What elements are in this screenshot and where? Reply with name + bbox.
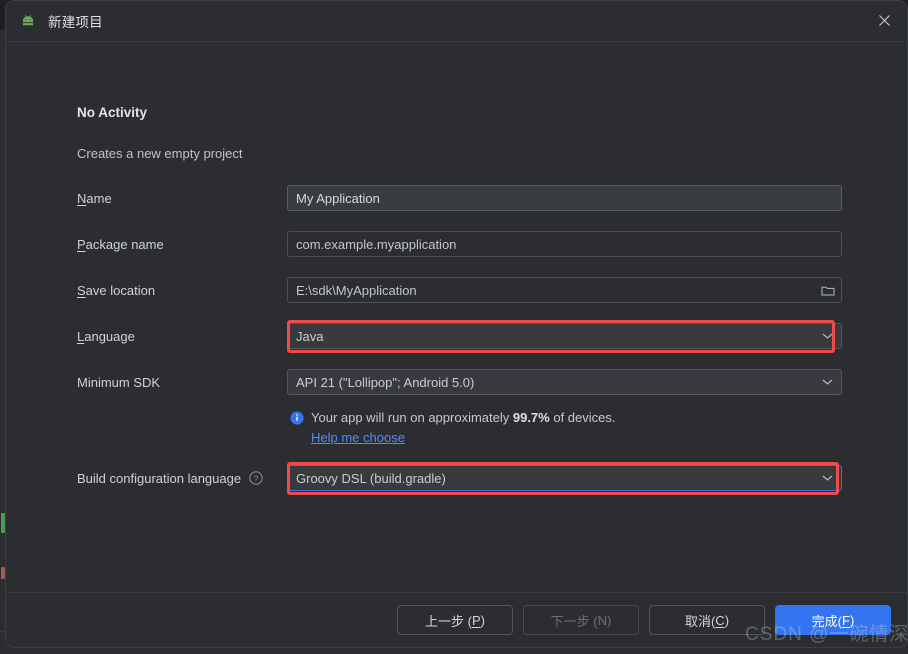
label-minimum-sdk-mnemonic: M (77, 374, 88, 390)
minimum-sdk-dropdown[interactable]: API 21 ("Lollipop"; Android 5.0) (287, 369, 842, 395)
page-subtitle: Creates a new empty project (77, 146, 243, 161)
package-name-input[interactable] (287, 231, 842, 257)
row-name: Name (77, 185, 842, 211)
help-circle-icon[interactable]: ? (249, 471, 263, 485)
label-name-rest: ame (86, 190, 112, 206)
label-build-config-mnemonic: B (77, 470, 86, 486)
finish-button-tail: ) (849, 612, 855, 628)
row-language: Language Java (77, 323, 842, 349)
row-minimum-sdk: Minimum SDK API 21 ("Lollipop"; Android … (77, 369, 842, 395)
label-build-config: Build configuration language ? (77, 471, 287, 486)
dialog-footer: 上一步 (P) 下一步 (N) 取消(C) 完成(F) (6, 592, 907, 647)
label-minimum-sdk: Minimum SDK (77, 375, 287, 390)
sdk-coverage-info: Your app will run on approximately 99.7%… (290, 410, 616, 428)
finish-button-mnemonic: F (842, 612, 850, 628)
previous-button[interactable]: 上一步 (P) (397, 605, 513, 635)
close-icon[interactable] (861, 1, 907, 40)
sdk-coverage-percent: 99.7% (512, 410, 550, 425)
folder-icon[interactable] (815, 278, 841, 302)
cancel-button-tail: ) (724, 612, 730, 628)
label-save-location: Save location (77, 283, 287, 298)
label-save-location-mnemonic: S (77, 282, 86, 298)
label-package-name: Package name (77, 237, 287, 252)
dialog-title: 新建项目 (48, 15, 103, 30)
dialog-titlebar: 新建项目 (6, 1, 907, 42)
next-button-mnemonic: N (597, 612, 607, 628)
label-build-config-rest: uild configuration language (85, 470, 242, 486)
label-language: Language (77, 329, 287, 344)
cancel-button-label: 取消( (684, 613, 716, 629)
previous-button-tail: ) (480, 612, 485, 628)
sdk-coverage-text: Your app will run on approximately 99.7%… (311, 410, 616, 425)
field-name-wrap (287, 185, 842, 211)
info-icon (290, 411, 304, 428)
field-package-name-wrap (287, 231, 842, 257)
chevron-down-icon (822, 333, 833, 340)
sdk-coverage-prefix: Your app will run on approximately (311, 410, 513, 425)
cancel-button-mnemonic: C (715, 612, 725, 628)
build-config-dropdown[interactable]: Groovy DSL (build.gradle) (287, 465, 842, 491)
label-language-rest: anguage (84, 328, 135, 344)
label-save-location-rest: ave location (85, 282, 156, 298)
chevron-down-icon (822, 379, 833, 386)
help-me-choose-link[interactable]: Help me choose (311, 430, 405, 445)
dialog-body: No Activity Creates a new empty project … (6, 42, 907, 592)
field-save-location-wrap (287, 277, 842, 303)
save-location-input[interactable] (287, 277, 842, 303)
label-name-mnemonic: N (77, 190, 87, 206)
next-button[interactable]: 下一步 (N) (523, 605, 639, 635)
android-icon (20, 13, 36, 29)
label-minimum-sdk-rest: inimum SDK (87, 374, 161, 390)
chevron-down-icon (822, 475, 833, 482)
label-package-name-mnemonic: P (77, 236, 86, 252)
language-dropdown[interactable]: Java (287, 323, 842, 349)
minimum-sdk-value: API 21 ("Lollipop"; Android 5.0) (296, 374, 475, 390)
cancel-button[interactable]: 取消(C) (649, 605, 765, 635)
build-config-value: Groovy DSL (build.gradle) (296, 470, 446, 486)
field-language-wrap: Java (287, 323, 842, 349)
svg-text:?: ? (254, 473, 259, 483)
label-name: Name (77, 191, 287, 206)
name-input[interactable] (287, 185, 842, 211)
page-title: No Activity (77, 105, 148, 120)
sdk-coverage-suffix: of devices. (549, 410, 616, 425)
next-button-tail: ) (607, 612, 612, 628)
finish-button-label: 完成( (811, 613, 843, 629)
new-project-dialog: 新建项目 No Activity Creates a new empty pro… (5, 0, 908, 648)
previous-button-mnemonic: P (471, 612, 481, 628)
field-build-config-wrap: Groovy DSL (build.gradle) (287, 465, 842, 491)
row-save-location: Save location (77, 277, 842, 303)
label-package-name-rest: ackage name (85, 236, 164, 252)
finish-button[interactable]: 完成(F) (775, 605, 891, 635)
language-value: Java (296, 328, 324, 344)
row-build-config: Build configuration language ? Groovy DS… (77, 465, 842, 491)
row-package-name: Package name (77, 231, 842, 257)
field-minimum-sdk-wrap: API 21 ("Lollipop"; Android 5.0) (287, 369, 842, 395)
previous-button-label: 上一步 ( (425, 613, 472, 629)
next-button-label: 下一步 ( (550, 613, 598, 629)
